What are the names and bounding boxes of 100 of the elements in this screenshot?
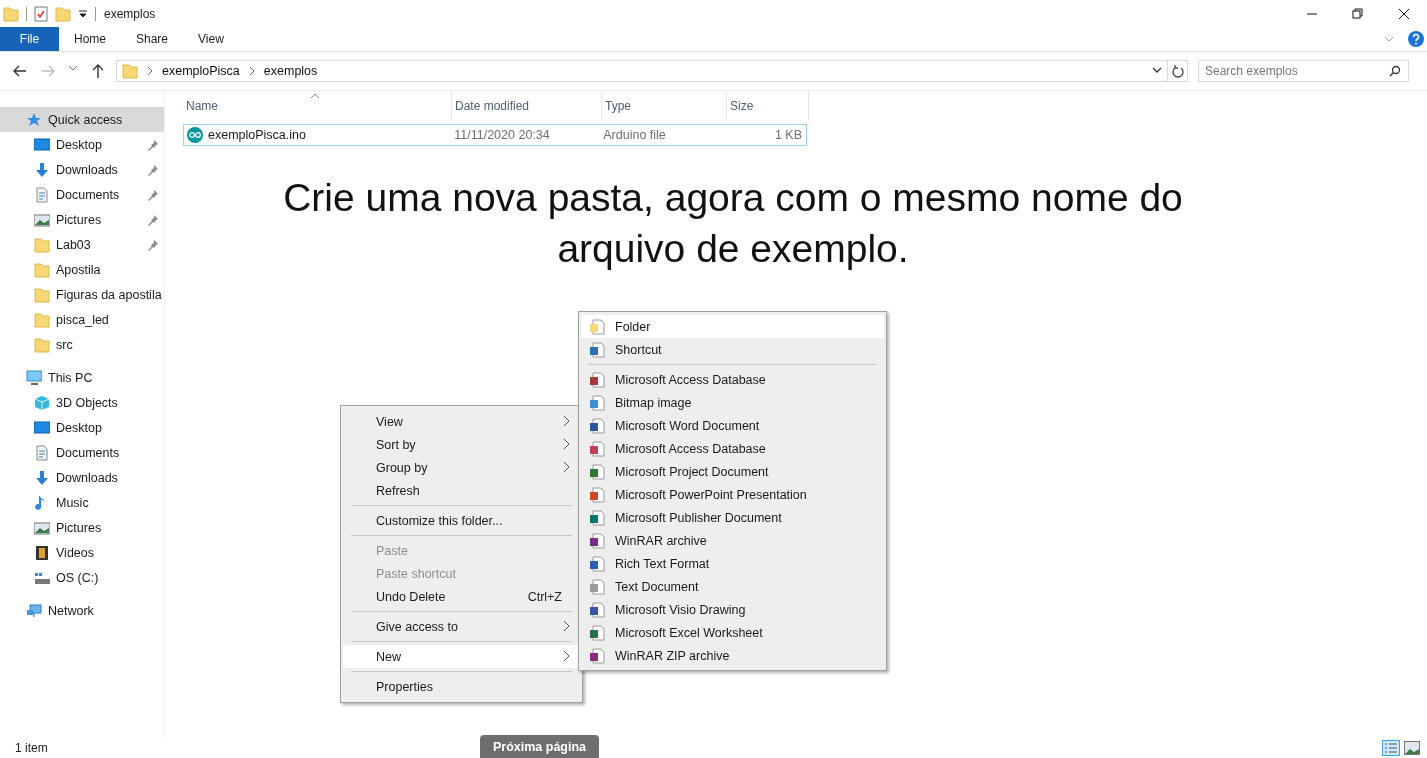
infinity-logo-icon xyxy=(187,127,203,143)
sidebar-item[interactable]: Network xyxy=(0,598,164,623)
next-page-button[interactable]: Próxima página xyxy=(480,735,599,758)
folder-icon xyxy=(34,311,50,328)
menu-item[interactable]: Rich Text Format xyxy=(581,552,884,575)
close-icon xyxy=(1398,7,1410,20)
sidebar-item[interactable]: Figuras da apostila xyxy=(0,282,164,307)
computer-icon xyxy=(26,369,42,386)
folder-icon xyxy=(34,336,50,353)
menu-item[interactable]: Give access to xyxy=(343,615,580,638)
picture-icon xyxy=(34,211,50,228)
up-arrow-icon[interactable] xyxy=(90,63,106,79)
sidebar-item[interactable]: Documents xyxy=(0,182,164,207)
back-arrow-icon[interactable] xyxy=(12,63,28,79)
menu-item[interactable]: Microsoft Excel Worksheet xyxy=(581,621,884,644)
menu-item[interactable]: Text Document xyxy=(581,575,884,598)
checklist-icon[interactable] xyxy=(34,5,48,22)
sidebar-item[interactable]: pisca_led xyxy=(0,307,164,332)
column-header[interactable]: Date modified xyxy=(452,91,602,121)
picture-icon xyxy=(34,519,50,536)
menu-item[interactable]: Sort by xyxy=(343,433,580,456)
chevron-down-icon[interactable] xyxy=(1152,67,1162,75)
sidebar-item[interactable]: Music xyxy=(0,490,164,515)
sidebar-item[interactable]: Downloads xyxy=(0,465,164,490)
menu-item[interactable]: Undo Delete Ctrl+Z xyxy=(343,585,580,608)
ribbon-tab[interactable]: Home xyxy=(59,27,121,51)
sidebar-item[interactable]: Desktop xyxy=(0,132,164,157)
refresh-button[interactable] xyxy=(1168,60,1188,82)
menu-item[interactable]: Microsoft Project Document xyxy=(581,460,884,483)
window-title: exemplos xyxy=(104,6,156,21)
sidebar-item[interactable]: OS (C:) xyxy=(0,565,164,590)
folder-icon xyxy=(34,261,50,278)
sidebar-item[interactable]: 3D Objects xyxy=(0,390,164,415)
menu-item[interactable]: Microsoft PowerPoint Presentation xyxy=(581,483,884,506)
menu-item[interactable]: Customize this folder... xyxy=(343,509,580,532)
menu-item[interactable]: Folder xyxy=(581,315,884,338)
monitor-icon xyxy=(34,136,50,153)
refresh-icon xyxy=(1171,64,1184,78)
sidebar-item[interactable]: Documents xyxy=(0,440,164,465)
breadcrumb-item[interactable]: exemploPisca xyxy=(162,64,240,78)
menu-item[interactable]: New xyxy=(343,645,580,668)
sort-ascending-icon xyxy=(311,93,319,98)
menu-item[interactable]: Microsoft Publisher Document xyxy=(581,506,884,529)
file-row[interactable]: exemploPisca.ino 11/11/2020 20:34 Arduino file 1 KB xyxy=(183,124,807,146)
folder-icon xyxy=(34,286,50,303)
dropdown-caret-icon[interactable] xyxy=(78,8,88,19)
document-icon xyxy=(34,444,50,461)
thumbnail-view-icon[interactable] xyxy=(1404,741,1420,755)
ribbon-tab[interactable]: Share xyxy=(121,27,184,51)
monitor-icon xyxy=(34,419,50,436)
restore-icon xyxy=(1352,7,1364,20)
item-count: 1 item xyxy=(15,741,48,755)
table-cell: 11/11/2020 20:34 xyxy=(454,128,550,142)
search-field[interactable]: Search exemplos xyxy=(1198,60,1409,82)
breadcrumb-item[interactable]: exemplos xyxy=(263,64,318,78)
down-arrow-icon xyxy=(34,161,50,178)
caption-text: Crie uma nova pasta, agora com o mesmo nome do arquivo de exemplo. xyxy=(282,175,1184,272)
menu-item[interactable]: WinRAR archive xyxy=(581,529,884,552)
table-cell: Arduino file xyxy=(603,128,666,142)
sidebar-item[interactable]: Quick access xyxy=(0,107,164,132)
shortcut-text: Ctrl+Z xyxy=(527,589,562,604)
down-arrow-icon xyxy=(34,469,50,486)
sidebar-item[interactable]: src xyxy=(0,332,164,357)
menu-item[interactable]: Properties xyxy=(343,675,580,698)
sidebar-item[interactable]: Apostila xyxy=(0,257,164,282)
menu-item[interactable]: Microsoft Access Database xyxy=(581,437,884,460)
menu-item[interactable]: Microsoft Visio Drawing xyxy=(581,598,884,621)
sidebar-item[interactable]: Lab03 xyxy=(0,232,164,257)
column-header[interactable]: Type xyxy=(602,91,727,121)
details-view-icon[interactable] xyxy=(1382,740,1400,756)
table-cell: exemploPisca.ino xyxy=(208,128,306,142)
sidebar-item[interactable]: Videos xyxy=(0,540,164,565)
document-icon xyxy=(34,186,50,203)
menu-item[interactable]: WinRAR ZIP archive xyxy=(581,644,884,667)
column-header[interactable]: Size xyxy=(727,91,809,121)
chevron-right-icon xyxy=(247,66,256,76)
menu-item[interactable]: View xyxy=(343,410,580,433)
column-header[interactable]: Name xyxy=(183,91,452,121)
folder-icon xyxy=(34,236,50,253)
star-icon xyxy=(26,111,42,128)
menu-item[interactable]: Microsoft Access Database xyxy=(581,368,884,391)
ribbon-tab[interactable]: View xyxy=(183,27,239,51)
ribbon-tab[interactable]: File xyxy=(0,27,59,51)
folder-icon xyxy=(122,63,138,79)
address-bar[interactable]: exemploPisca exemplos xyxy=(116,60,1168,82)
help-icon[interactable] xyxy=(1408,31,1424,47)
table-cell: 1 KB xyxy=(774,128,802,142)
menu-item[interactable]: Shortcut xyxy=(581,338,884,361)
menu-item[interactable]: Microsoft Word Document xyxy=(581,414,884,437)
menu-item[interactable]: Bitmap image xyxy=(581,391,884,414)
menu-item[interactable]: Group by xyxy=(343,456,580,479)
sidebar-item[interactable]: Pictures xyxy=(0,207,164,232)
sidebar-item[interactable]: Pictures xyxy=(0,515,164,540)
menu-item[interactable]: Refresh xyxy=(343,479,580,502)
sidebar-item[interactable]: Desktop xyxy=(0,415,164,440)
search-icon xyxy=(1389,65,1401,77)
network-icon xyxy=(26,602,42,619)
folder-icon xyxy=(3,5,19,22)
sidebar-item[interactable]: This PC xyxy=(0,365,164,390)
sidebar-item[interactable]: Downloads xyxy=(0,157,164,182)
